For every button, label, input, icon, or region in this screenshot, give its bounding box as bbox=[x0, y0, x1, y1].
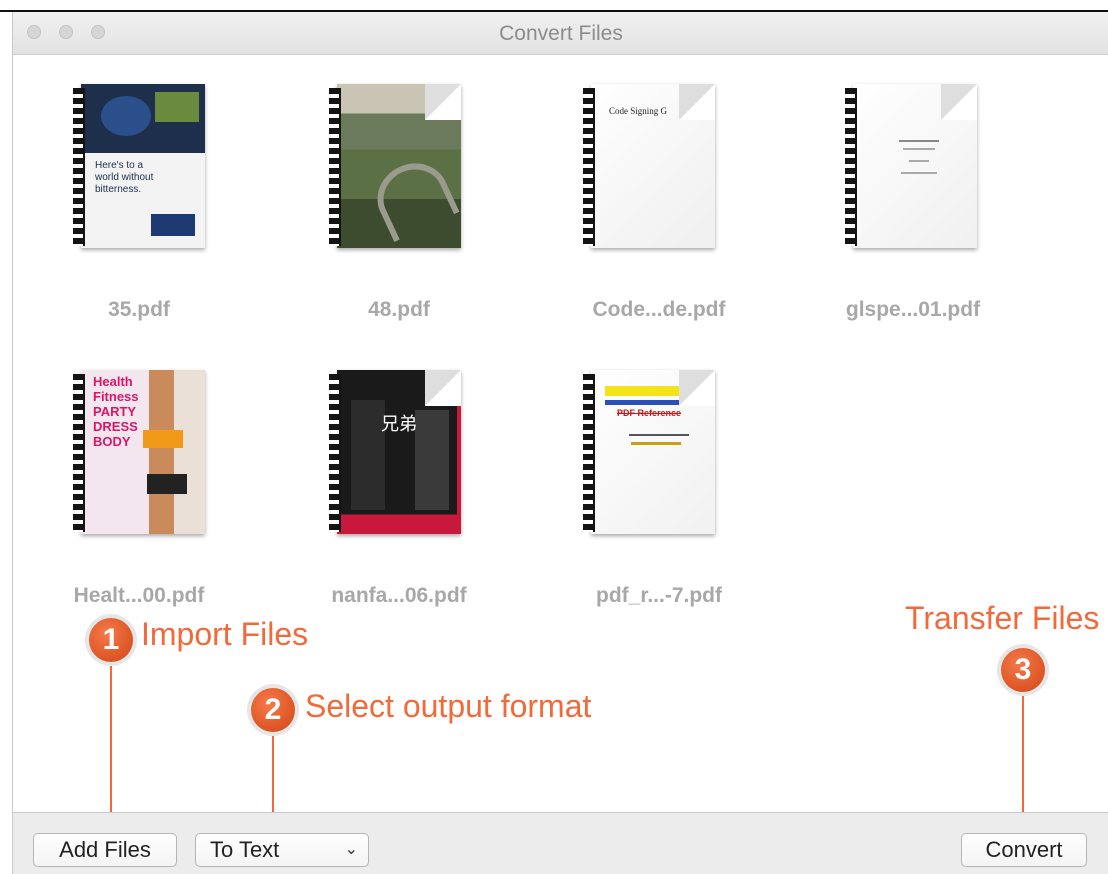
bottom-toolbar: Add Files To Text ⌄ Convert bbox=[13, 812, 1108, 874]
chevron-down-icon: ⌄ bbox=[344, 841, 358, 858]
step-2-marker: 2 bbox=[251, 688, 295, 732]
step-1-label: Import Files bbox=[141, 616, 309, 652]
cover-text: PDF Reference bbox=[617, 408, 682, 418]
convert-button[interactable]: Convert bbox=[961, 833, 1087, 867]
file-name: pdf_r...-7.pdf bbox=[596, 584, 722, 607]
cover-text: 兄弟 bbox=[381, 414, 417, 435]
step-2-leader bbox=[272, 736, 274, 822]
step-3-marker: 3 bbox=[1001, 648, 1045, 692]
step-3-label: Transfer Files bbox=[905, 600, 1100, 636]
file-thumbnail-health[interactable]: Health Fitness PARTY DRESS BODY bbox=[73, 370, 205, 540]
file-thumbnail-48[interactable] bbox=[329, 84, 461, 254]
step-2-label: Select output format bbox=[305, 688, 592, 724]
file-name: nanfa...06.pdf bbox=[331, 584, 467, 607]
file-name: 48.pdf bbox=[368, 298, 430, 321]
file-name: glspe...01.pdf bbox=[845, 298, 981, 321]
convert-files-window: Convert Files Here's to a world without … bbox=[12, 12, 1108, 874]
file-thumbnail-glspec[interactable] bbox=[845, 84, 977, 254]
cover-text: Here's to a world without bitterness. bbox=[95, 160, 154, 195]
add-files-button[interactable]: Add Files bbox=[33, 833, 177, 867]
file-name: 35.pdf bbox=[108, 298, 170, 321]
title-bar[interactable]: Convert Files bbox=[13, 12, 1108, 55]
step-3-leader bbox=[1022, 696, 1024, 822]
step-1-leader bbox=[110, 666, 112, 822]
file-thumbnail-nanfang[interactable]: 兄弟 bbox=[329, 370, 461, 540]
window-title: Convert Files bbox=[499, 22, 623, 45]
file-thumbnail-pdf-reference[interactable]: PDF Reference bbox=[583, 370, 715, 540]
file-name: Code...de.pdf bbox=[592, 298, 726, 321]
file-thumbnail-35[interactable]: Here's to a world without bitterness. bbox=[73, 84, 205, 254]
cover-text: Code Signing G bbox=[609, 106, 668, 116]
output-format-select[interactable]: To Text ⌄ bbox=[195, 833, 369, 867]
step-1-marker: 1 bbox=[89, 618, 133, 662]
file-name: Healt...00.pdf bbox=[73, 584, 205, 607]
output-format-value: To Text bbox=[210, 837, 280, 862]
file-thumbnail-code-signing[interactable]: Code Signing G bbox=[583, 84, 715, 254]
